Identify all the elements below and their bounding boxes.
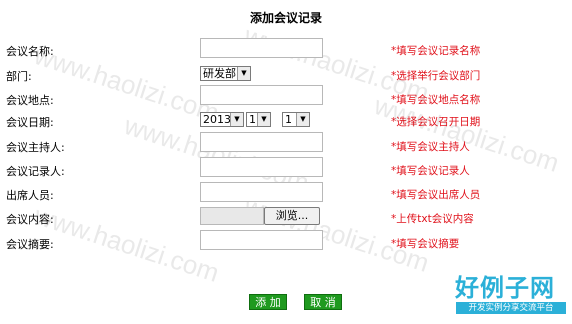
year-select-value: 2013: [203, 113, 231, 126]
year-select[interactable]: 2013 ▼: [200, 112, 244, 127]
meeting-recorder-hint: *填写会议记录人: [391, 165, 470, 177]
chevron-down-icon: ▼: [296, 113, 309, 126]
meeting-host-hint: *填写会议主持人: [391, 141, 470, 153]
meeting-summary-label: 会议摘要:: [6, 238, 54, 251]
meeting-date-hint: *选择会议召开日期: [391, 116, 481, 128]
chevron-down-icon: ▼: [230, 113, 243, 126]
meeting-name-label: 会议名称:: [6, 45, 54, 58]
browse-button[interactable]: 浏览...: [264, 207, 320, 225]
meeting-place-hint: *填写会议地点名称: [391, 94, 481, 106]
attendees-label: 出席人员:: [6, 189, 54, 202]
day-select[interactable]: 1 ▼: [282, 112, 310, 127]
add-button[interactable]: 添 加: [249, 294, 287, 310]
site-slogan: 开发实例分享交流平台: [456, 302, 566, 314]
meeting-host-label: 会议主持人:: [6, 141, 65, 154]
meeting-place-label: 会议地点:: [6, 94, 54, 107]
meeting-recorder-input[interactable]: [200, 157, 323, 177]
meeting-summary-hint: *填写会议摘要: [391, 238, 460, 250]
department-hint: *选择举行会议部门: [391, 70, 481, 82]
site-logo: 好例子网: [455, 274, 555, 302]
meeting-place-input[interactable]: [200, 85, 323, 105]
month-select-value: 1: [249, 113, 256, 126]
day-select-value: 1: [285, 113, 292, 126]
meeting-host-input[interactable]: [200, 132, 323, 152]
meeting-content-hint: *上传txt会议内容: [391, 213, 474, 225]
meeting-content-label: 会议内容:: [6, 213, 54, 226]
watermark-text: www.haolizi.com: [30, 40, 223, 128]
month-select[interactable]: 1 ▼: [246, 112, 271, 127]
meeting-date-label: 会议日期:: [6, 116, 54, 129]
meeting-name-hint: *填写会议记录名称: [391, 45, 481, 57]
chevron-down-icon: ▼: [237, 67, 250, 80]
department-select[interactable]: 研发部 ▼: [200, 66, 251, 81]
department-label: 部门:: [6, 70, 32, 83]
meeting-name-input[interactable]: [200, 38, 323, 58]
file-path-input[interactable]: [200, 207, 264, 225]
page-title: 添加会议记录: [249, 11, 322, 25]
attendees-hint: *填写会议出席人员: [391, 189, 481, 201]
cancel-button[interactable]: 取 消: [304, 294, 342, 310]
chevron-down-icon: ▼: [257, 113, 270, 126]
watermark-text: www.haolizi.com: [30, 200, 223, 288]
meeting-recorder-label: 会议记录人:: [6, 165, 65, 178]
meeting-summary-input[interactable]: [200, 230, 323, 250]
department-select-value: 研发部: [203, 67, 236, 80]
attendees-input[interactable]: [200, 182, 323, 202]
